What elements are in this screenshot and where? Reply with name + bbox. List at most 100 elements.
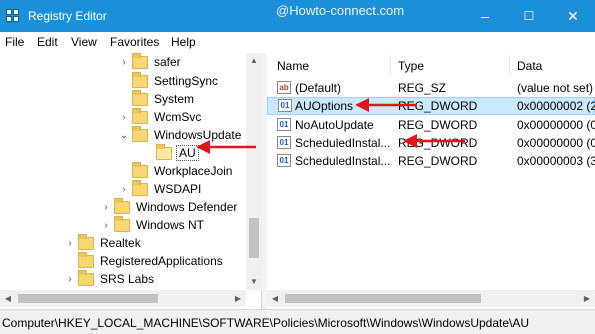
tree-item-srs-labs[interactable]: › SRS Labs [64,269,156,288]
tree-item-windows-defender[interactable]: › Windows Defender [100,197,239,216]
chevron-right-icon[interactable]: › [100,202,112,213]
tree-item-label: WorkplaceJoin [154,164,233,178]
column-type-header[interactable]: Type [398,59,424,73]
close-button[interactable]: ✕ [551,0,595,32]
value-data: (value not set) [517,81,594,95]
value-name: (Default) [295,81,342,95]
menu-edit[interactable]: Edit [37,35,58,49]
dword-value-icon: 01 [277,136,291,149]
dword-value-icon: 01 [277,118,291,131]
menu-favorites[interactable]: Favorites [110,35,159,49]
maximize-button[interactable]: ☐ [507,0,551,32]
tree-item-windows-nt[interactable]: › Windows NT [100,215,206,234]
value-type: REG_DWORD [398,154,478,168]
folder-icon [132,125,148,142]
tree-item-label: WSDAPI [154,182,202,196]
folder-icon [156,143,172,160]
tree-item-label: SRS Labs [100,272,155,286]
chevron-right-icon[interactable]: › [118,57,130,68]
folder-icon [132,161,148,178]
tree-item-system[interactable]: System [118,89,196,108]
scroll-down-arrow-icon[interactable]: ▼ [246,274,262,290]
value-type: REG_SZ [398,81,447,95]
scroll-thumb[interactable] [285,294,481,303]
tree-item-safer[interactable]: › safer [118,53,183,71]
window-title: Registry Editor [28,9,107,23]
tree-vertical-scrollbar[interactable]: ▲ ▼ [246,53,262,290]
tree-item-label: Windows NT [136,218,205,232]
registry-tree: › safer SettingSync System › WcmSvc ⌄ Wi… [0,53,262,309]
tree-item-wcmsvc[interactable]: › WcmSvc [118,107,203,126]
folder-icon [132,179,148,196]
scroll-left-arrow-icon[interactable]: ◀ [267,290,283,307]
scroll-up-arrow-icon[interactable]: ▲ [246,53,262,69]
value-row-auoptions[interactable]: 01 AUOptions REG_DWORD 0x00000002 (2) [267,97,595,115]
value-row-scheduledinstalltime[interactable]: 01 ScheduledInstal... REG_DWORD 0x000000… [267,152,595,170]
tree-item-label: SettingSync [154,74,219,88]
title-bar: Registry Editor @Howto-connect.com – ☐ ✕ [0,0,595,32]
tree-item-workplacejoin[interactable]: WorkplaceJoin [118,161,234,180]
chevron-right-icon[interactable]: › [118,112,130,123]
value-name: ScheduledInstal... [295,136,391,150]
tree-item-label: Realtek [100,236,141,250]
column-name-header[interactable]: Name [277,59,309,73]
column-data-header[interactable]: Data [517,59,542,73]
minimize-button[interactable]: – [463,0,507,32]
app-registry-icon [6,9,20,23]
folder-icon [132,53,148,69]
tree-item-settingsync[interactable]: SettingSync [118,71,220,90]
value-data: 0x00000000 (0) [517,136,595,150]
folder-icon [78,233,94,250]
red-arrow-icon [403,134,465,148]
chevron-right-icon[interactable]: › [64,238,76,249]
value-row-noautoupdate[interactable]: 01 NoAutoUpdate REG_DWORD 0x00000000 (0) [267,116,595,134]
scroll-thumb[interactable] [18,294,158,303]
menu-help[interactable]: Help [171,35,196,49]
tree-item-au[interactable]: AU [142,143,199,162]
watermark-text: @Howto-connect.com [276,3,405,18]
column-divider[interactable] [509,55,510,75]
menu-bar: File Edit View Favorites Help [0,32,595,52]
chevron-right-icon[interactable]: › [118,184,130,195]
registry-path: Computer\HKEY_LOCAL_MACHINE\SOFTWARE\Pol… [2,316,530,330]
red-arrow-icon [355,98,417,112]
folder-icon [132,107,148,124]
folder-icon [114,197,130,214]
tree-item-registeredapplications[interactable]: RegisteredApplications [64,251,225,270]
values-list: Name Type Data ab (Default) REG_SZ (valu… [267,53,595,309]
tree-item-realtek[interactable]: › Realtek [64,233,143,252]
tree-item-label: safer [154,55,181,69]
value-name: AUOptions [295,99,354,113]
scroll-right-arrow-icon[interactable]: ▶ [230,290,246,307]
folder-icon [132,71,148,88]
string-value-icon: ab [277,81,291,94]
dword-value-icon: 01 [278,99,292,112]
value-name: ScheduledInstal... [295,154,391,168]
list-horizontal-scrollbar[interactable]: ◀ ▶ [267,290,595,307]
menu-view[interactable]: View [71,35,97,49]
scroll-right-arrow-icon[interactable]: ▶ [579,290,595,307]
folder-icon [114,215,130,232]
tree-horizontal-scrollbar[interactable]: ◀ ▶ [0,290,246,307]
value-data: 0x00000000 (0) [517,118,595,132]
value-type: REG_DWORD [398,118,478,132]
folder-icon [78,251,94,268]
tree-item-label: WcmSvc [154,110,202,124]
status-bar: Computer\HKEY_LOCAL_MACHINE\SOFTWARE\Pol… [0,309,595,334]
value-name: NoAutoUpdate [295,118,374,132]
scroll-left-arrow-icon[interactable]: ◀ [0,290,16,307]
column-divider[interactable] [390,55,391,75]
dword-value-icon: 01 [277,154,291,167]
tree-item-wsdapi[interactable]: › WSDAPI [118,179,203,198]
chevron-right-icon[interactable]: › [100,220,112,231]
chevron-down-icon[interactable]: ⌄ [118,130,130,141]
menu-file[interactable]: File [5,35,24,49]
tree-item-label: RegisteredApplications [100,254,223,268]
chevron-right-icon[interactable]: › [64,274,76,285]
red-arrow-icon [196,140,256,154]
value-row-default[interactable]: ab (Default) REG_SZ (value not set) [267,79,595,97]
scroll-thumb[interactable] [249,218,259,258]
list-header: Name Type Data [267,53,595,77]
folder-icon [78,269,94,286]
value-data: 0x00000003 (3) [517,154,595,168]
